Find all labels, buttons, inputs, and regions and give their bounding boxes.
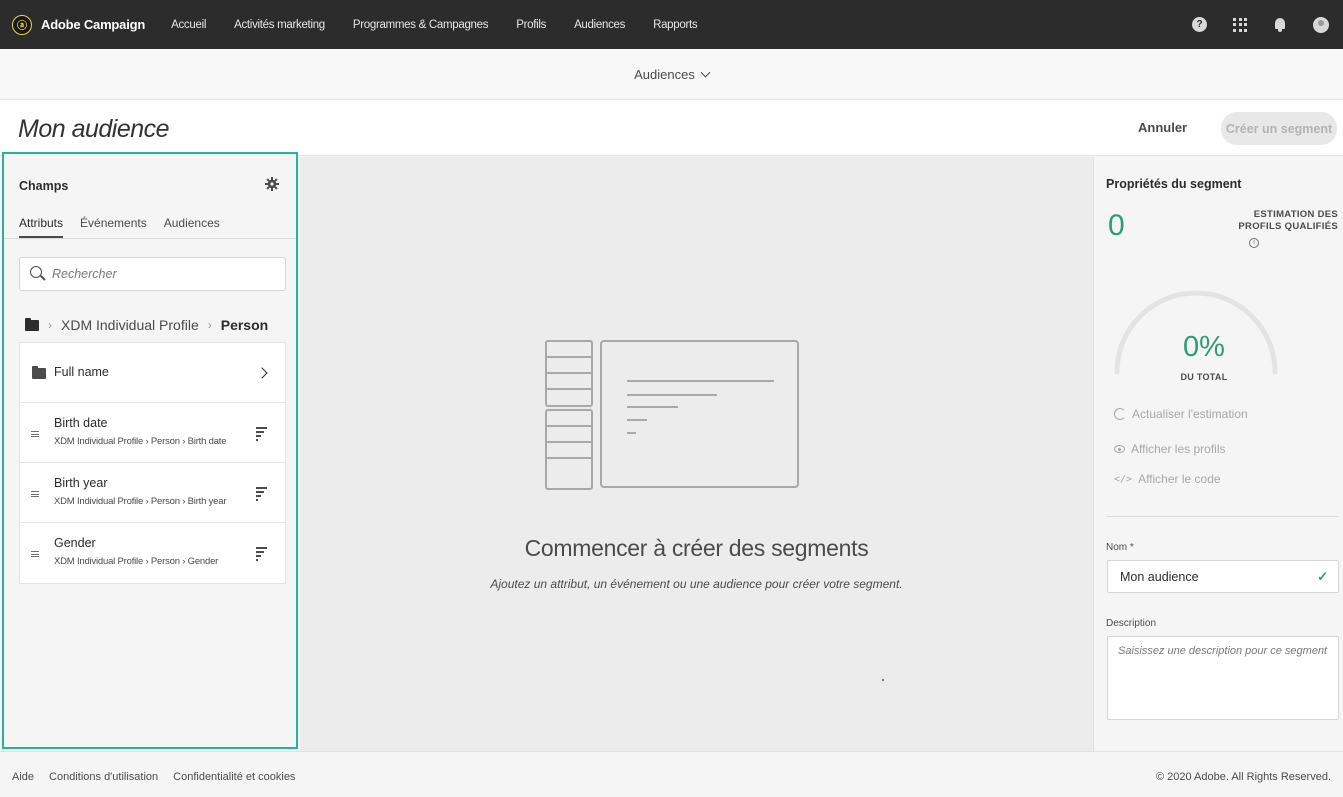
fields-panel-title: Champs [19, 179, 69, 193]
field-title: Birth date [54, 416, 108, 430]
breadcrumb-item-xdm[interactable]: XDM Individual Profile [61, 317, 199, 333]
footer-link-conditions[interactable]: Conditions d'utilisation [49, 771, 158, 783]
field-title: Gender [54, 536, 96, 550]
nav-item-profils[interactable]: Profils [516, 19, 546, 31]
eye-icon [1114, 445, 1125, 453]
checkmark-icon: ✓ [1317, 568, 1328, 584]
fields-tabs: Attributs Événements Audiences [19, 216, 220, 238]
audiences-dropdown-label: Audiences [634, 66, 695, 82]
properties-divider [1106, 516, 1338, 517]
footer: Aide Conditions d'utilisation Confidenti… [0, 751, 1343, 797]
tab-attributs[interactable]: Attributs [19, 216, 64, 238]
chevron-right-icon [256, 367, 268, 379]
tab-evenements[interactable]: Événements [80, 216, 147, 238]
help-icon[interactable]: ? [1192, 17, 1207, 32]
list-item-birth-date[interactable]: Birth date XDM Individual Profile › Pers… [20, 403, 285, 463]
tab-audiences[interactable]: Audiences [164, 216, 220, 238]
top-nav: ⓐ Adobe Campaign Accueil Activités marke… [0, 0, 1343, 49]
field-path: XDM Individual Profile › Person › Birth … [54, 436, 227, 447]
search-icon [30, 266, 46, 282]
avatar[interactable] [1313, 16, 1329, 33]
field-path: XDM Individual Profile › Person › Birth … [54, 496, 227, 507]
apps-grid-icon[interactable] [1233, 17, 1247, 32]
list-item-birth-year[interactable]: Birth year XDM Individual Profile › Pers… [20, 463, 285, 523]
gear-icon[interactable] [265, 177, 279, 191]
page-title: Mon audience [18, 115, 170, 143]
search-box [19, 257, 286, 291]
nav-menu: Accueil Activités marketing Programmes &… [171, 19, 725, 31]
description-label: Description [1106, 618, 1157, 629]
view-code-label: Afficher le code [1138, 472, 1221, 486]
hierarchy-icon[interactable] [256, 427, 267, 441]
brand-name: Adobe Campaign [41, 17, 146, 32]
percent-of-total: 0% [1183, 331, 1225, 363]
empty-state-illustration [545, 340, 799, 490]
view-code-action[interactable]: </> Afficher le code [1114, 472, 1221, 486]
breadcrumb: › XDM Individual Profile › Person [25, 317, 268, 333]
tabs-divider [4, 238, 296, 239]
logo[interactable]: ⓐ Adobe Campaign [12, 14, 146, 35]
footer-link-confidentialite[interactable]: Confidentialité et cookies [173, 771, 295, 783]
folder-icon [32, 366, 46, 379]
breadcrumb-item-person: Person [220, 317, 269, 333]
nav-item-rapports[interactable]: Rapports [653, 19, 698, 31]
info-icon[interactable]: i [1249, 238, 1259, 248]
field-title: Birth year [54, 476, 108, 490]
nav-item-audiences[interactable]: Audiences [574, 19, 625, 31]
qualified-profiles-count: 0 [1108, 209, 1125, 242]
cancel-button[interactable]: Annuler [1138, 120, 1187, 135]
nav-right-icons: ? [1192, 0, 1329, 49]
nav-item-programmes-campagnes[interactable]: Programmes & Campagnes [353, 19, 489, 31]
view-profiles-label: Afficher les profils [1131, 442, 1226, 456]
empty-state-title: Commencer à créer des segments [524, 535, 869, 561]
estimate-label: ESTIMATION DES PROFILS QUALIFIÉS [1238, 209, 1338, 232]
chevron-down-icon [700, 67, 711, 77]
refresh-icon [1114, 408, 1126, 420]
audiences-dropdown[interactable]: Audiences [634, 66, 711, 82]
create-segment-button[interactable]: Créer un segment [1221, 112, 1337, 145]
description-field[interactable]: Saisissez une description pour ce segmen… [1107, 636, 1339, 720]
percent-label: DU TOTAL [1180, 372, 1228, 382]
hierarchy-icon[interactable] [256, 487, 267, 501]
nav-item-accueil[interactable]: Accueil [171, 19, 206, 31]
bell-icon[interactable] [1273, 17, 1287, 33]
name-label: Nom * [1106, 542, 1134, 553]
properties-title: Propriétés du segment [1106, 177, 1242, 191]
drag-handle-icon[interactable] [31, 431, 39, 437]
stray-dot [882, 679, 884, 681]
drag-handle-icon[interactable] [31, 551, 39, 557]
breadcrumb-separator-icon: › [207, 318, 212, 332]
view-profiles-action[interactable]: Afficher les profils [1114, 442, 1225, 456]
folder-label: Full name [54, 365, 109, 379]
name-field[interactable]: Mon audience ✓ [1107, 560, 1339, 593]
field-path: XDM Individual Profile › Person › Gender [54, 556, 219, 567]
drag-handle-icon[interactable] [31, 491, 39, 497]
copyright: © 2020 Adobe. All Rights Reserved. [1155, 771, 1331, 783]
refresh-estimate-action[interactable]: Actualiser l'estimation [1114, 407, 1248, 421]
breadcrumb-separator-icon: › [48, 318, 52, 332]
fields-panel: Champs Attributs Événements Audiences › … [4, 154, 296, 747]
name-field-value: Mon audience [1120, 569, 1199, 584]
code-icon: </> [1114, 473, 1133, 485]
adobe-campaign-logo-icon: ⓐ [12, 14, 32, 35]
root-folder-icon[interactable] [25, 317, 39, 331]
empty-state-subtitle: Ajoutez un attribut, un événement ou une… [490, 577, 903, 591]
context-bar: Audiences [0, 49, 1343, 100]
footer-link-aide[interactable]: Aide [12, 771, 34, 783]
list-item-full-name[interactable]: Full name [20, 343, 285, 403]
fields-list: Full name Birth date XDM Individual Prof… [19, 342, 286, 584]
nav-item-activites-marketing[interactable]: Activités marketing [234, 19, 325, 31]
search-input[interactable] [52, 267, 272, 281]
refresh-estimate-label: Actualiser l'estimation [1132, 407, 1248, 421]
segment-properties-panel: Propriétés du segment 0 ESTIMATION DES P… [1093, 157, 1343, 751]
page-header: Mon audience Annuler Créer un segment [0, 100, 1343, 156]
segment-canvas[interactable]: Commencer à créer des segments Ajoutez u… [300, 157, 1093, 751]
footer-links: Aide Conditions d'utilisation Confidenti… [12, 771, 295, 783]
list-item-gender[interactable]: Gender XDM Individual Profile › Person ›… [20, 523, 285, 583]
hierarchy-icon[interactable] [256, 547, 267, 561]
